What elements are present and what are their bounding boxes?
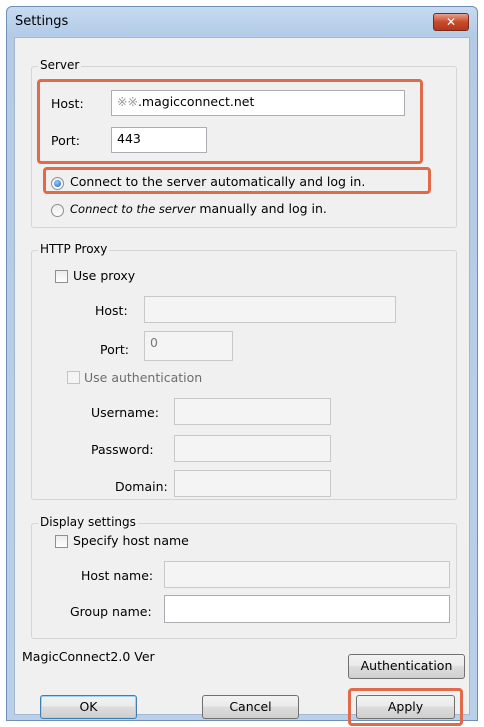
server-port-label: Port: — [51, 133, 80, 148]
group-name-input[interactable] — [164, 595, 450, 623]
host-name-label: Host name: — [81, 568, 154, 583]
apply-button[interactable]: Apply — [356, 695, 455, 719]
manual-connect-prefix: Connect to the server — [70, 202, 196, 216]
password-label: Password: — [91, 442, 154, 457]
username-label: Username: — [91, 405, 159, 420]
use-authentication-label[interactable]: Use authentication — [84, 370, 202, 385]
proxy-host-label: Host: — [95, 303, 128, 318]
domain-label: Domain: — [115, 479, 168, 494]
dialog-body: Server Host: ※※.magicconnect.net Port: 4… — [14, 37, 470, 726]
server-legend: Server — [38, 58, 82, 72]
settings-dialog: Settings ✕ Server Host: ※※.magicconnect.… — [6, 6, 478, 726]
cancel-button[interactable]: Cancel — [202, 695, 299, 719]
host-name-input[interactable] — [164, 561, 450, 588]
manual-connect-suffix: manually and log in. — [195, 201, 327, 216]
authentication-button[interactable]: Authentication — [348, 654, 465, 679]
username-input[interactable] — [174, 398, 331, 425]
proxy-port-label: Port: — [100, 342, 129, 357]
auto-connect-prefix: Connect to the server — [70, 174, 207, 189]
window-title: Settings — [15, 14, 69, 29]
specify-host-name-label[interactable]: Specify host name — [73, 533, 189, 548]
manual-connect-label[interactable]: Connect to the server manually and log i… — [70, 201, 327, 216]
version-label: MagicConnect2.0 Ver — [22, 649, 155, 664]
auto-connect-suffix: automatically and log in. — [206, 174, 366, 189]
server-host-input[interactable]: ※※.magicconnect.net — [111, 90, 405, 116]
server-port-input[interactable]: 443 — [111, 127, 207, 153]
radio-selected-dot — [54, 180, 61, 187]
masked-host-prefix: ※※ — [117, 94, 138, 109]
display-settings-legend: Display settings — [38, 515, 138, 529]
manual-connect-radio[interactable] — [51, 204, 64, 217]
auto-connect-label[interactable]: Connect to the server automatically and … — [70, 174, 365, 189]
title-bar[interactable]: Settings ✕ — [7, 7, 477, 37]
specify-host-name-checkbox[interactable] — [55, 535, 68, 548]
password-input[interactable] — [174, 435, 331, 462]
ok-button[interactable]: OK — [40, 695, 137, 719]
close-icon[interactable]: ✕ — [433, 13, 469, 31]
server-host-value: .magicconnect.net — [137, 94, 255, 109]
proxy-port-input[interactable]: 0 — [144, 331, 233, 361]
use-proxy-label[interactable]: Use proxy — [73, 268, 135, 283]
proxy-host-input[interactable] — [144, 296, 396, 323]
auto-connect-radio[interactable] — [51, 177, 64, 190]
http-proxy-legend: HTTP Proxy — [38, 242, 110, 256]
domain-input[interactable] — [174, 470, 331, 497]
use-authentication-checkbox[interactable] — [67, 371, 80, 384]
group-name-label: Group name: — [70, 604, 152, 619]
use-proxy-checkbox[interactable] — [55, 270, 68, 283]
server-host-label: Host: — [51, 96, 84, 111]
